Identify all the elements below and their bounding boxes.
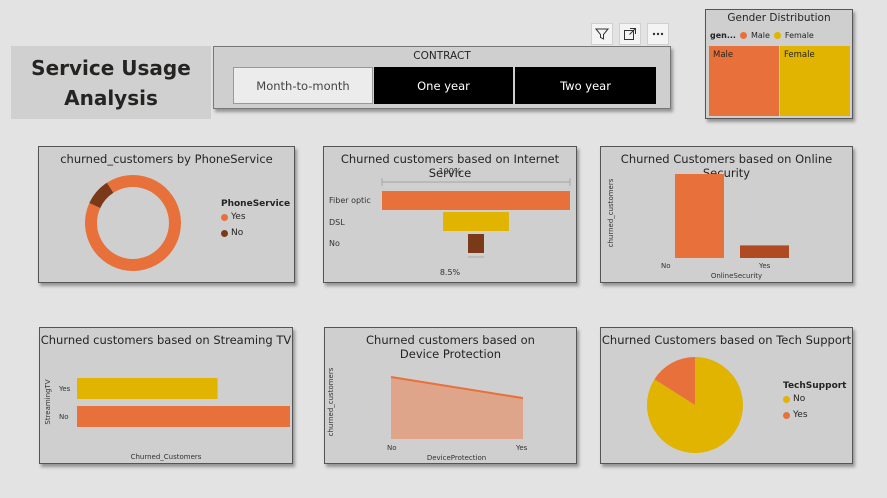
device-protection-visual[interactable]: Churned customers based on Device Protec… (324, 327, 577, 464)
legend-dot-no (221, 229, 228, 237)
security-column-chart (675, 174, 789, 258)
filter-icon (595, 28, 609, 40)
legend-item-female: Female (784, 31, 814, 40)
legend-dot-female (773, 32, 781, 39)
more-options-icon (652, 32, 664, 36)
streaming-bar-no[interactable] (77, 406, 290, 427)
security-bar-yes[interactable] (740, 245, 789, 258)
treemap-label-male: Male (713, 50, 734, 60)
gender-legend-title: gen... (710, 31, 736, 40)
device-area-series (390, 376, 524, 439)
phone-service-visual[interactable]: churned_customers by PhoneService PhoneS… (38, 146, 295, 283)
streaming-bars (77, 378, 290, 427)
gender-legend: gen... Male Female (710, 31, 814, 40)
treemap-tile-male[interactable]: Male (709, 46, 779, 116)
funnel-bar-fiber-optic[interactable] (382, 191, 570, 210)
filter-button[interactable] (591, 23, 613, 45)
phone-legend-title: PhoneService (221, 199, 291, 209)
legend-item-male: Male (750, 31, 770, 40)
online-security-visual[interactable]: Churned Customers based on Online Securi… (600, 146, 853, 283)
internet-funnel-bars (381, 178, 571, 258)
more-options-button[interactable] (647, 23, 669, 45)
tech-legend: TechSupport No Yes (783, 381, 847, 420)
legend-dot-yes (783, 411, 790, 419)
streaming-bar-chart (77, 378, 290, 427)
tech-legend-yes: Yes (783, 410, 847, 420)
internet-service-visual[interactable]: Churned customers based on Internet Serv… (323, 146, 577, 283)
legend-dot-no (783, 395, 790, 403)
contract-slicer: CONTRACT Month-to-month One year Two yea… (213, 46, 671, 109)
tech-legend-no: No (783, 394, 847, 404)
slicer-title: CONTRACT (413, 50, 471, 62)
focus-mode-icon (624, 28, 636, 40)
tech-pie-slices (647, 357, 743, 453)
legend-label-no: No (231, 228, 244, 238)
phone-donut-slices (83, 173, 183, 273)
slicer-option-month-to-month[interactable]: Month-to-month (233, 67, 373, 104)
report-title-box: Service Usage Analysis (11, 46, 211, 119)
tech-legend-title: TechSupport (783, 381, 847, 391)
legend-label-no: No (793, 394, 806, 404)
legend-label-yes: Yes (231, 212, 246, 222)
slicer-option-two-year[interactable]: Two year (515, 67, 656, 104)
tech-pie-chart (647, 357, 743, 453)
streaming-bar-yes[interactable] (77, 378, 218, 399)
device-area-fill (391, 377, 523, 439)
funnel-bar-no[interactable] (468, 234, 484, 253)
report-title-line1: Service Usage (31, 56, 191, 80)
legend-dot-male (739, 32, 747, 39)
gender-chart-title: Gender Distribution (727, 12, 831, 24)
treemap-tile-female[interactable]: Female (780, 46, 850, 116)
internet-funnel-chart (381, 178, 571, 258)
security-bars (675, 174, 789, 258)
focus-mode-button[interactable] (619, 23, 641, 45)
phone-legend-no: No (221, 228, 290, 238)
pie-slice-yes[interactable] (83, 173, 183, 273)
gender-distribution-visual[interactable]: Gender Distribution gen... Male Female M… (705, 9, 853, 119)
report-title-line2: Analysis (64, 86, 158, 110)
device-area-chart (390, 376, 524, 439)
funnel-bar-dsl[interactable] (443, 212, 509, 231)
phone-legend-yes: Yes (221, 212, 290, 222)
tech-support-visual[interactable]: Churned Customers based on Tech Support … (600, 327, 853, 464)
legend-dot-yes (221, 213, 228, 221)
streaming-tv-visual[interactable]: Churned customers based on Streaming TV … (39, 327, 293, 464)
tech-chart-title: Churned Customers based on Tech Support (601, 333, 852, 347)
phone-donut-chart (83, 173, 183, 273)
slicer-option-one-year[interactable]: One year (374, 67, 513, 104)
report-title: Service Usage Analysis (11, 53, 211, 113)
phone-legend: PhoneService Yes No (221, 199, 290, 238)
treemap-label-female: Female (784, 50, 815, 60)
legend-label-yes: Yes (793, 410, 808, 420)
security-bar-no[interactable] (675, 174, 724, 258)
phone-chart-title: churned_customers by PhoneService (60, 152, 273, 166)
